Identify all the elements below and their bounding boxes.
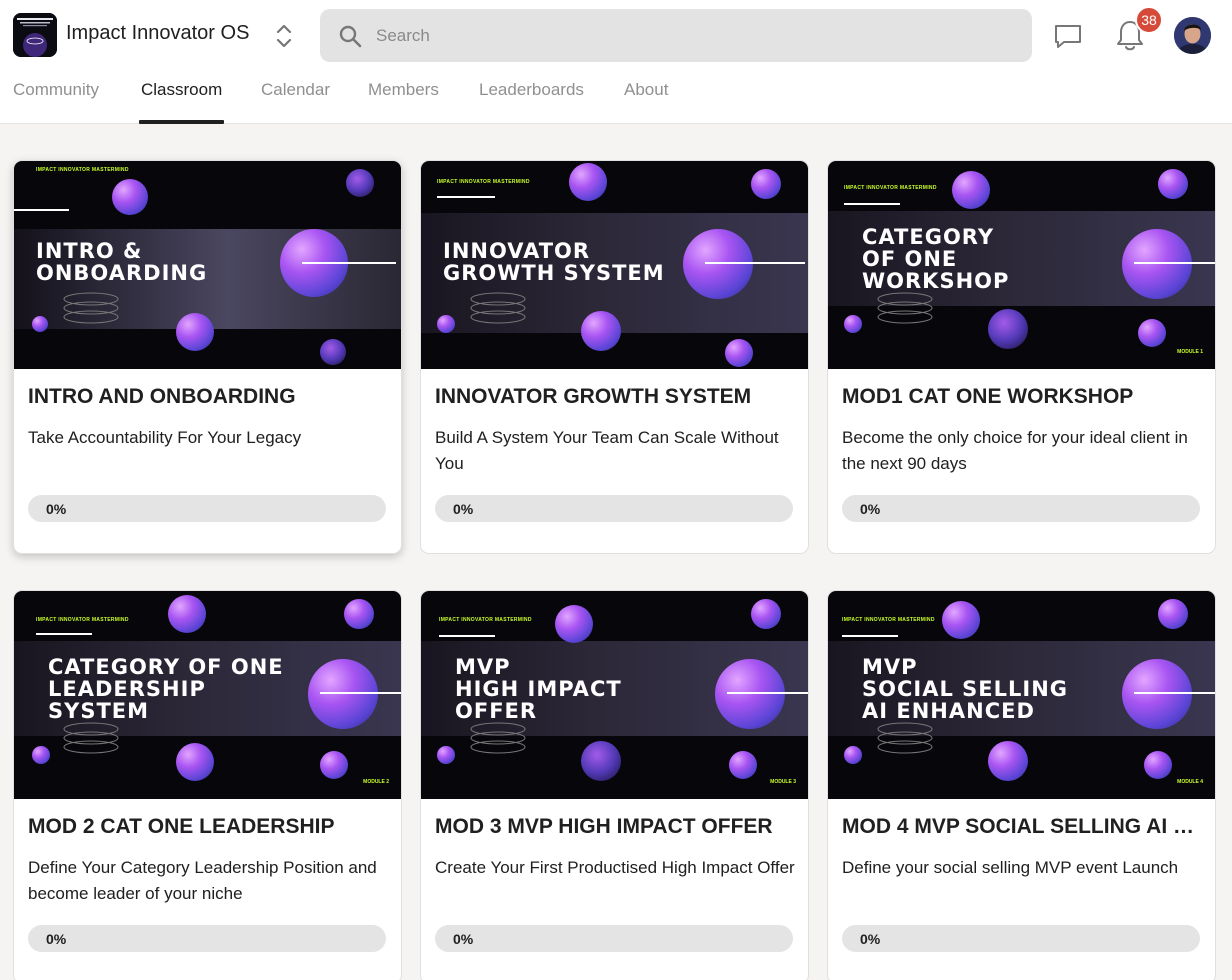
- course-thumbnail: IMPACT INNOVATOR MASTERMIND MVP HIGH IMP…: [421, 591, 808, 799]
- chat-icon[interactable]: [1052, 20, 1084, 52]
- top-bar: Impact Innovator OS 38: [0, 0, 1232, 124]
- community-logo[interactable]: [13, 13, 57, 57]
- course-description: Build A System Your Team Can Scale Witho…: [435, 428, 779, 473]
- progress-label: 0%: [453, 931, 474, 947]
- course-description: Take Accountability For Your Legacy: [28, 428, 302, 447]
- course-thumbnail: IMPACT INNOVATOR MASTERMIND INTRO & ONBO…: [14, 161, 401, 369]
- tab-community[interactable]: Community: [13, 80, 99, 124]
- tab-calendar[interactable]: Calendar: [261, 80, 330, 124]
- progress-label: 0%: [46, 501, 67, 517]
- notification-count-badge: 38: [1135, 6, 1163, 34]
- course-description: Define Your Category Leadership Position…: [28, 858, 377, 903]
- tab-leaderboards[interactable]: Leaderboards: [479, 80, 584, 124]
- course-card[interactable]: IMPACT INNOVATOR MASTERMIND MVP SOCIAL S…: [827, 590, 1216, 980]
- progress-bar: 0%: [435, 495, 793, 522]
- course-description: Become the only choice for your ideal cl…: [842, 428, 1188, 473]
- course-title: MOD 3 MVP HIGH IMPACT OFFER: [435, 815, 773, 838]
- course-card[interactable]: IMPACT INNOVATOR MASTERMIND INTRO & ONBO…: [13, 160, 402, 554]
- progress-bar: 0%: [842, 925, 1200, 952]
- course-title: MOD 4 MVP SOCIAL SELLING AI ENHANCED: [842, 815, 1204, 838]
- course-thumbnail: IMPACT INNOVATOR MASTERMIND MVP SOCIAL S…: [828, 591, 1215, 799]
- course-title: INNOVATOR GROWTH SYSTEM: [435, 385, 752, 408]
- course-thumbnail: IMPACT INNOVATOR MASTERMIND CATEGORY OF …: [14, 591, 401, 799]
- search-input[interactable]: [376, 9, 1016, 62]
- search-icon: [338, 24, 362, 48]
- switcher-chevrons-icon[interactable]: [272, 23, 296, 49]
- community-name[interactable]: Impact Innovator OS: [66, 22, 249, 45]
- progress-bar: 0%: [28, 495, 386, 522]
- progress-bar: 0%: [28, 925, 386, 952]
- course-thumbnail: IMPACT INNOVATOR MASTERMIND INNOVATOR GR…: [421, 161, 808, 369]
- progress-label: 0%: [46, 931, 67, 947]
- course-card[interactable]: IMPACT INNOVATOR MASTERMIND CATEGORY OF …: [13, 590, 402, 980]
- tab-about[interactable]: About: [624, 80, 668, 124]
- course-thumbnail: IMPACT INNOVATOR MASTERMIND CATEGORY OF …: [828, 161, 1215, 369]
- tab-classroom[interactable]: Classroom: [139, 80, 225, 124]
- course-description: Define your social selling MVP event Lau…: [842, 858, 1179, 877]
- progress-bar: 0%: [842, 495, 1200, 522]
- course-description: Create Your First Productised High Impac…: [435, 858, 795, 877]
- course-title: INTRO AND ONBOARDING: [28, 385, 296, 408]
- course-card[interactable]: IMPACT INNOVATOR MASTERMIND MVP HIGH IMP…: [420, 590, 809, 980]
- course-title: MOD1 CAT ONE WORKSHOP: [842, 385, 1134, 408]
- progress-bar: 0%: [435, 925, 793, 952]
- search-bar[interactable]: [320, 9, 1032, 62]
- progress-label: 0%: [860, 931, 881, 947]
- tab-members[interactable]: Members: [368, 80, 439, 124]
- user-avatar[interactable]: [1174, 17, 1211, 54]
- course-card[interactable]: IMPACT INNOVATOR MASTERMIND CATEGORY OF …: [827, 160, 1216, 554]
- course-card[interactable]: IMPACT INNOVATOR MASTERMIND INNOVATOR GR…: [420, 160, 809, 554]
- progress-label: 0%: [860, 501, 881, 517]
- progress-label: 0%: [453, 501, 474, 517]
- course-title: MOD 2 CAT ONE LEADERSHIP: [28, 815, 335, 838]
